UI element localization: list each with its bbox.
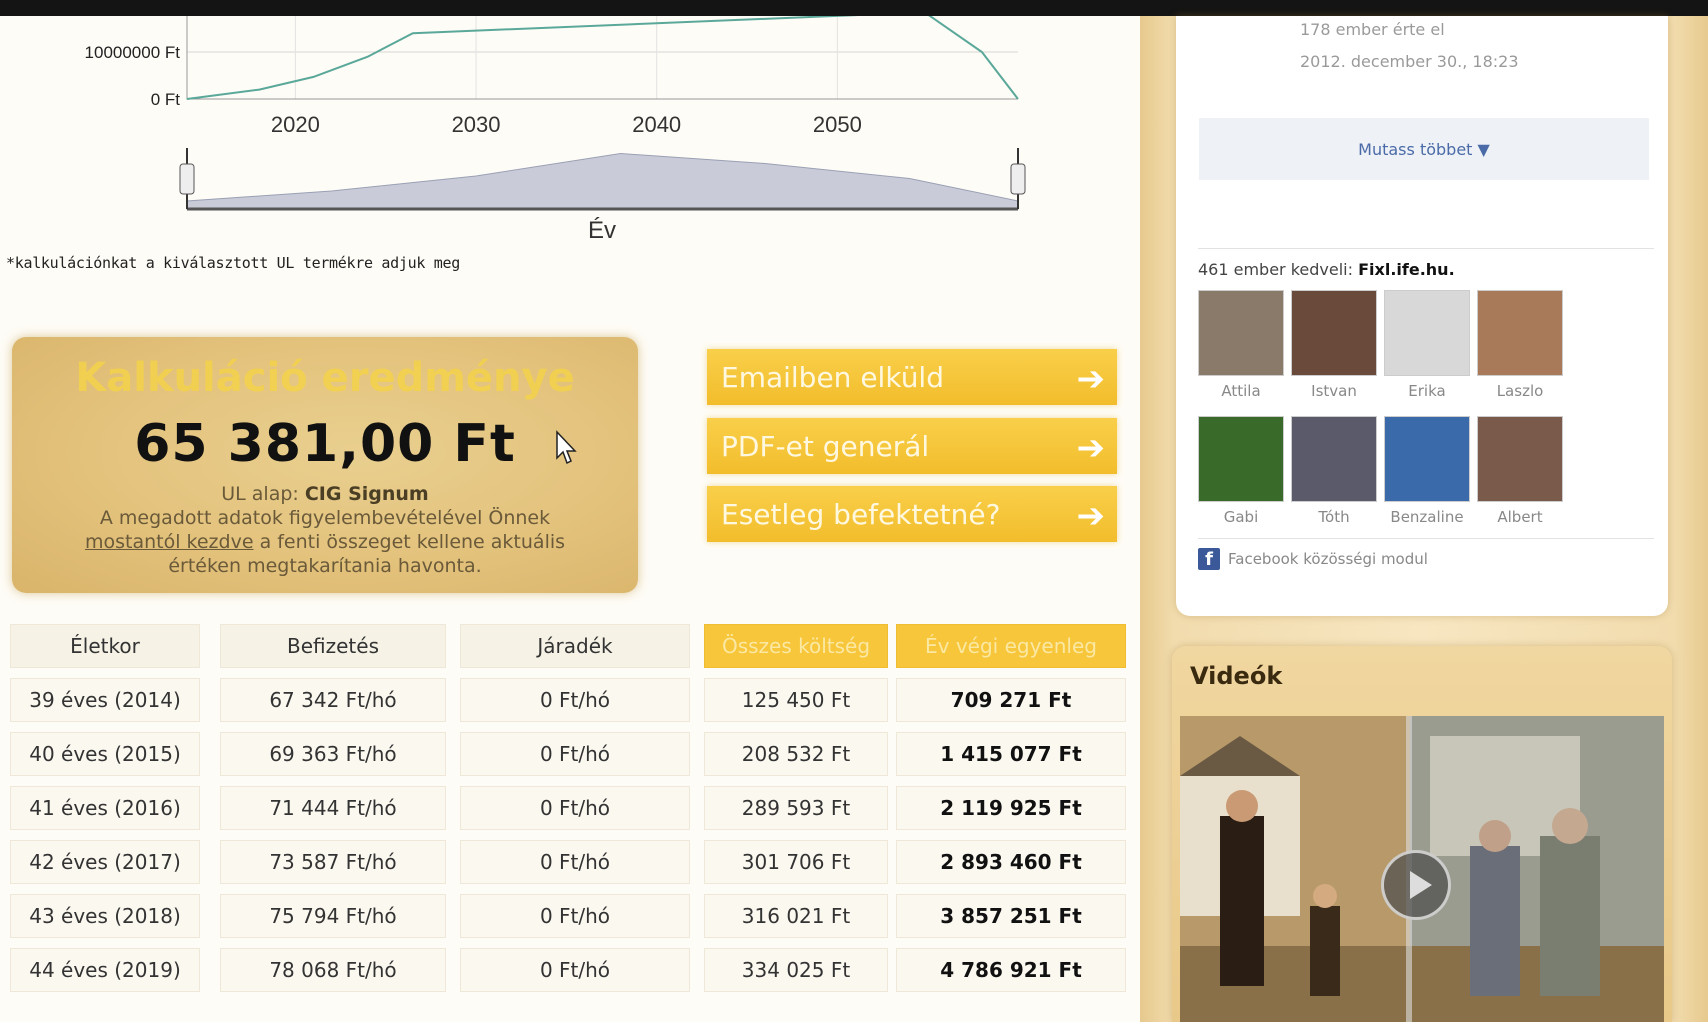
fan-avatar[interactable] <box>1198 416 1284 502</box>
mouse-cursor-icon <box>556 430 577 465</box>
fan-avatar[interactable] <box>1384 416 1470 502</box>
table-cell-payment: 69 363 Ft/hó <box>220 732 446 776</box>
table-cell-payment: 71 444 Ft/hó <box>220 786 446 830</box>
table-cell-total-cost: 316 021 Ft <box>704 894 888 938</box>
table-cell-age: 43 éves (2018) <box>10 894 200 938</box>
videos-title: Videók <box>1190 662 1283 690</box>
divider <box>1198 248 1654 249</box>
table-cell-age: 44 éves (2019) <box>10 948 200 992</box>
navigator-handle-left[interactable] <box>179 163 195 195</box>
table-cell-age: 39 éves (2014) <box>10 678 200 722</box>
result-title: Kalkuláció eredménye <box>75 355 575 401</box>
window-top-bar <box>0 0 1708 16</box>
table-cell-annuity: 0 Ft/hó <box>460 732 690 776</box>
navigator-axis-label: Év <box>588 217 616 244</box>
result-base: UL alap: CIG Signum <box>221 483 429 505</box>
divider <box>1198 538 1654 539</box>
table-cell-year-end-balance: 2 119 925 Ft <box>896 786 1126 830</box>
invest-button[interactable]: Esetleg befektetné? ➔ <box>707 486 1117 542</box>
table-cell-payment: 78 068 Ft/hó <box>220 948 446 992</box>
table-cell-age: 42 éves (2017) <box>10 840 200 884</box>
result-amount: 65 381,00 Ft <box>134 414 516 474</box>
fan-avatar[interactable] <box>1198 290 1284 376</box>
x-tick-label: 2030 <box>452 112 501 137</box>
arrow-right-icon: ➔ <box>1076 496 1106 536</box>
post-timestamp: 2012. december 30., 18:23 <box>1300 52 1519 71</box>
table-cell-annuity: 0 Ft/hó <box>460 678 690 722</box>
col-header-total-cost: Összes költség <box>704 624 888 668</box>
table-cell-age: 41 éves (2016) <box>10 786 200 830</box>
x-tick-label: 2050 <box>813 112 862 137</box>
axis-line <box>186 16 1018 100</box>
x-tick-label: 2020 <box>271 112 320 137</box>
result-desc-link[interactable]: mostantól kezdve <box>85 531 254 553</box>
calc-note: *kalkulációnkat a kiválasztott UL termék… <box>6 254 461 272</box>
col-header-year-end-balance: Év végi egyenleg <box>896 624 1126 668</box>
table-cell-total-cost: 125 450 Ft <box>704 678 888 722</box>
table-cell-year-end-balance: 2 893 460 Ft <box>896 840 1126 884</box>
fan-name[interactable]: Albert <box>1475 508 1565 526</box>
x-tick-label: 2040 <box>632 112 681 137</box>
fan-avatar[interactable] <box>1291 290 1377 376</box>
col-header-annuity: Járadék <box>460 624 690 668</box>
table-cell-total-cost: 289 593 Ft <box>704 786 888 830</box>
navigator-handle-right[interactable] <box>1010 163 1026 195</box>
fan-avatar[interactable] <box>1477 290 1563 376</box>
y-tick-label: 0 Ft <box>151 90 181 109</box>
y-tick-label: 10000000 Ft <box>85 43 181 62</box>
savings-chart: 10000000 Ft 0 Ft 2020 2030 2040 2050 Év <box>85 16 1026 244</box>
table-cell-year-end-balance: 4 786 921 Ft <box>896 948 1126 992</box>
email-button[interactable]: Emailben elküld ➔ <box>707 349 1117 405</box>
table-cell-total-cost: 334 025 Ft <box>704 948 888 992</box>
play-icon[interactable] <box>1381 850 1451 920</box>
fan-avatar[interactable] <box>1291 416 1377 502</box>
table-cell-year-end-balance: 3 857 251 Ft <box>896 894 1126 938</box>
fan-name[interactable]: Gabi <box>1196 508 1286 526</box>
fan-name[interactable]: Tóth <box>1289 508 1379 526</box>
calc-result-box: Kalkuláció eredménye 65 381,00 Ft UL ala… <box>12 337 638 593</box>
table-cell-annuity: 0 Ft/hó <box>460 948 690 992</box>
fan-name[interactable]: Attila <box>1196 382 1286 400</box>
table-cell-total-cost: 301 706 Ft <box>704 840 888 884</box>
table-cell-year-end-balance: 1 415 077 Ft <box>896 732 1126 776</box>
likes-summary: 461 ember kedveli: Fixl.ife.hu. <box>1198 260 1455 279</box>
arrow-right-icon: ➔ <box>1076 359 1106 399</box>
col-header-age: Életkor <box>10 624 200 668</box>
table-cell-year-end-balance: 709 271 Ft <box>896 678 1126 722</box>
fan-name[interactable]: Benzaline <box>1382 508 1472 526</box>
pdf-button[interactable]: PDF-et generál ➔ <box>707 418 1117 474</box>
facebook-icon: f <box>1198 548 1220 570</box>
show-more-button[interactable]: Mutass többet ▼ <box>1199 118 1649 180</box>
balance-line <box>186 16 1019 100</box>
fan-avatar[interactable] <box>1384 290 1470 376</box>
facebook-module-credit[interactable]: f Facebook közösségi modul <box>1198 548 1428 570</box>
table-cell-annuity: 0 Ft/hó <box>460 840 690 884</box>
fan-name[interactable]: Laszlo <box>1475 382 1565 400</box>
reach-count: 178 ember érte el <box>1300 20 1445 39</box>
result-description: A megadott adatok figyelembevételével Ön… <box>84 507 566 577</box>
fan-name[interactable]: Istvan <box>1289 382 1379 400</box>
table-cell-annuity: 0 Ft/hó <box>460 786 690 830</box>
table-cell-total-cost: 208 532 Ft <box>704 732 888 776</box>
arrow-right-icon: ➔ <box>1076 428 1106 468</box>
page-link[interactable]: Fixl.ife.hu. <box>1358 260 1455 279</box>
fan-avatar[interactable] <box>1477 416 1563 502</box>
table-cell-payment: 75 794 Ft/hó <box>220 894 446 938</box>
fan-name[interactable]: Erika <box>1382 382 1472 400</box>
table-cell-age: 40 éves (2015) <box>10 732 200 776</box>
table-cell-payment: 73 587 Ft/hó <box>220 840 446 884</box>
table-cell-annuity: 0 Ft/hó <box>460 894 690 938</box>
navigator-area <box>186 152 1019 210</box>
col-header-payment: Befizetés <box>220 624 446 668</box>
table-cell-payment: 67 342 Ft/hó <box>220 678 446 722</box>
